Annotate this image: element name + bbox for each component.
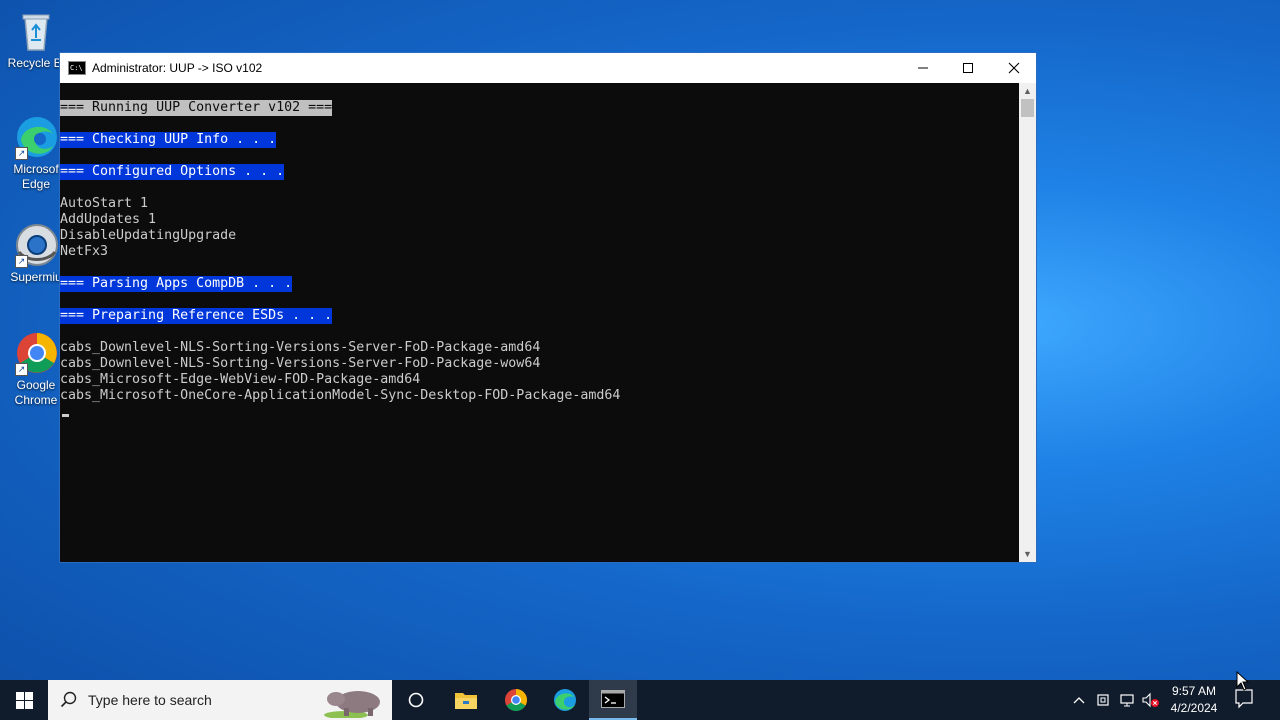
taskbar: Type here to search 9:57 AM 4/2/2024 [0, 680, 1280, 720]
console-icon [601, 690, 625, 708]
title-bar[interactable]: C:\ Administrator: UUP -> ISO v102 [60, 53, 1036, 83]
task-view-button[interactable] [392, 680, 440, 720]
chrome-taskbar-button[interactable] [492, 680, 540, 720]
scroll-thumb[interactable] [1021, 99, 1034, 117]
supermium-icon: ↗ [13, 222, 59, 268]
search-placeholder: Type here to search [88, 692, 212, 708]
clock-date: 4/2/2024 [1170, 701, 1218, 715]
search-icon [60, 691, 77, 708]
chrome-icon: ↗ [13, 330, 59, 376]
maximize-button[interactable] [945, 53, 991, 83]
network-icon [1120, 694, 1134, 707]
action-center-button[interactable] [1234, 688, 1254, 715]
minimize-icon [918, 67, 928, 69]
scroll-up-icon[interactable]: ▲ [1019, 83, 1036, 99]
chrome-icon [505, 689, 527, 711]
recycle-bin-icon [13, 8, 59, 54]
edge-icon [554, 689, 576, 711]
search-box[interactable]: Type here to search [48, 680, 392, 720]
volume-muted-icon [1142, 692, 1159, 708]
console-line: === Checking UUP Info . . . [60, 132, 277, 148]
vertical-scrollbar[interactable]: ▲ ▼ [1019, 83, 1036, 562]
edge-taskbar-button[interactable] [541, 680, 589, 720]
console-line: AutoStart 1 [60, 196, 149, 211]
console-app-icon: C:\ [68, 61, 86, 75]
shortcut-arrow-icon: ↗ [15, 363, 28, 376]
chevron-up-icon [1073, 697, 1085, 704]
maximize-icon [963, 63, 973, 73]
console-line: cabs_Microsoft-OneCore-ApplicationModel-… [60, 388, 621, 403]
console-line: DisableUpdatingUpgrade [60, 228, 237, 243]
console-line: === Preparing Reference ESDs . . . [60, 308, 333, 324]
volume-tray-button[interactable] [1140, 680, 1162, 720]
close-button[interactable] [991, 53, 1037, 83]
mouse-cursor-icon [1236, 671, 1250, 691]
console-line: NetFx3 [60, 244, 109, 259]
console-line: === Running UUP Converter v102 === [60, 100, 333, 116]
task-view-icon [408, 692, 424, 708]
search-highlight-hippo-icon [324, 691, 380, 718]
folder-icon [455, 693, 477, 709]
network-tray-button[interactable] [1116, 680, 1138, 720]
console-taskbar-button[interactable] [589, 680, 637, 720]
shortcut-arrow-icon: ↗ [15, 147, 28, 160]
console-line: cabs_Microsoft-Edge-WebView-FOD-Package-… [60, 372, 421, 387]
windows-logo-icon [15, 691, 33, 709]
shortcut-arrow-icon: ↗ [15, 255, 28, 268]
console-line: cabs_Downlevel-NLS-Sorting-Versions-Serv… [60, 340, 541, 355]
file-explorer-taskbar-button[interactable] [442, 680, 490, 720]
edge-icon: ↗ [13, 114, 59, 160]
scroll-down-icon[interactable]: ▼ [1019, 546, 1036, 562]
close-icon [1008, 62, 1020, 74]
console-line: AddUpdates 1 [60, 212, 157, 227]
console-window[interactable]: C:\ Administrator: UUP -> ISO v102 === R… [59, 52, 1037, 563]
clock[interactable]: 9:57 AM 4/2/2024 [1160, 683, 1228, 717]
device-icon [1097, 694, 1109, 706]
console-line: === Configured Options . . . [60, 164, 285, 180]
console-line: cabs_Downlevel-NLS-Sorting-Versions-Serv… [60, 356, 541, 371]
minimize-button[interactable] [900, 53, 946, 83]
clock-time: 9:57 AM [1171, 684, 1217, 698]
console-line: === Parsing Apps CompDB . . . [60, 276, 293, 292]
device-tray-button[interactable] [1092, 680, 1114, 720]
notification-icon [1235, 689, 1253, 709]
console-output[interactable]: === Running UUP Converter v102 === === C… [60, 83, 1020, 562]
window-title: Administrator: UUP -> ISO v102 [92, 61, 263, 75]
show-hidden-icons-button[interactable] [1068, 680, 1090, 720]
text-cursor [62, 414, 69, 417]
start-button[interactable] [0, 680, 48, 720]
